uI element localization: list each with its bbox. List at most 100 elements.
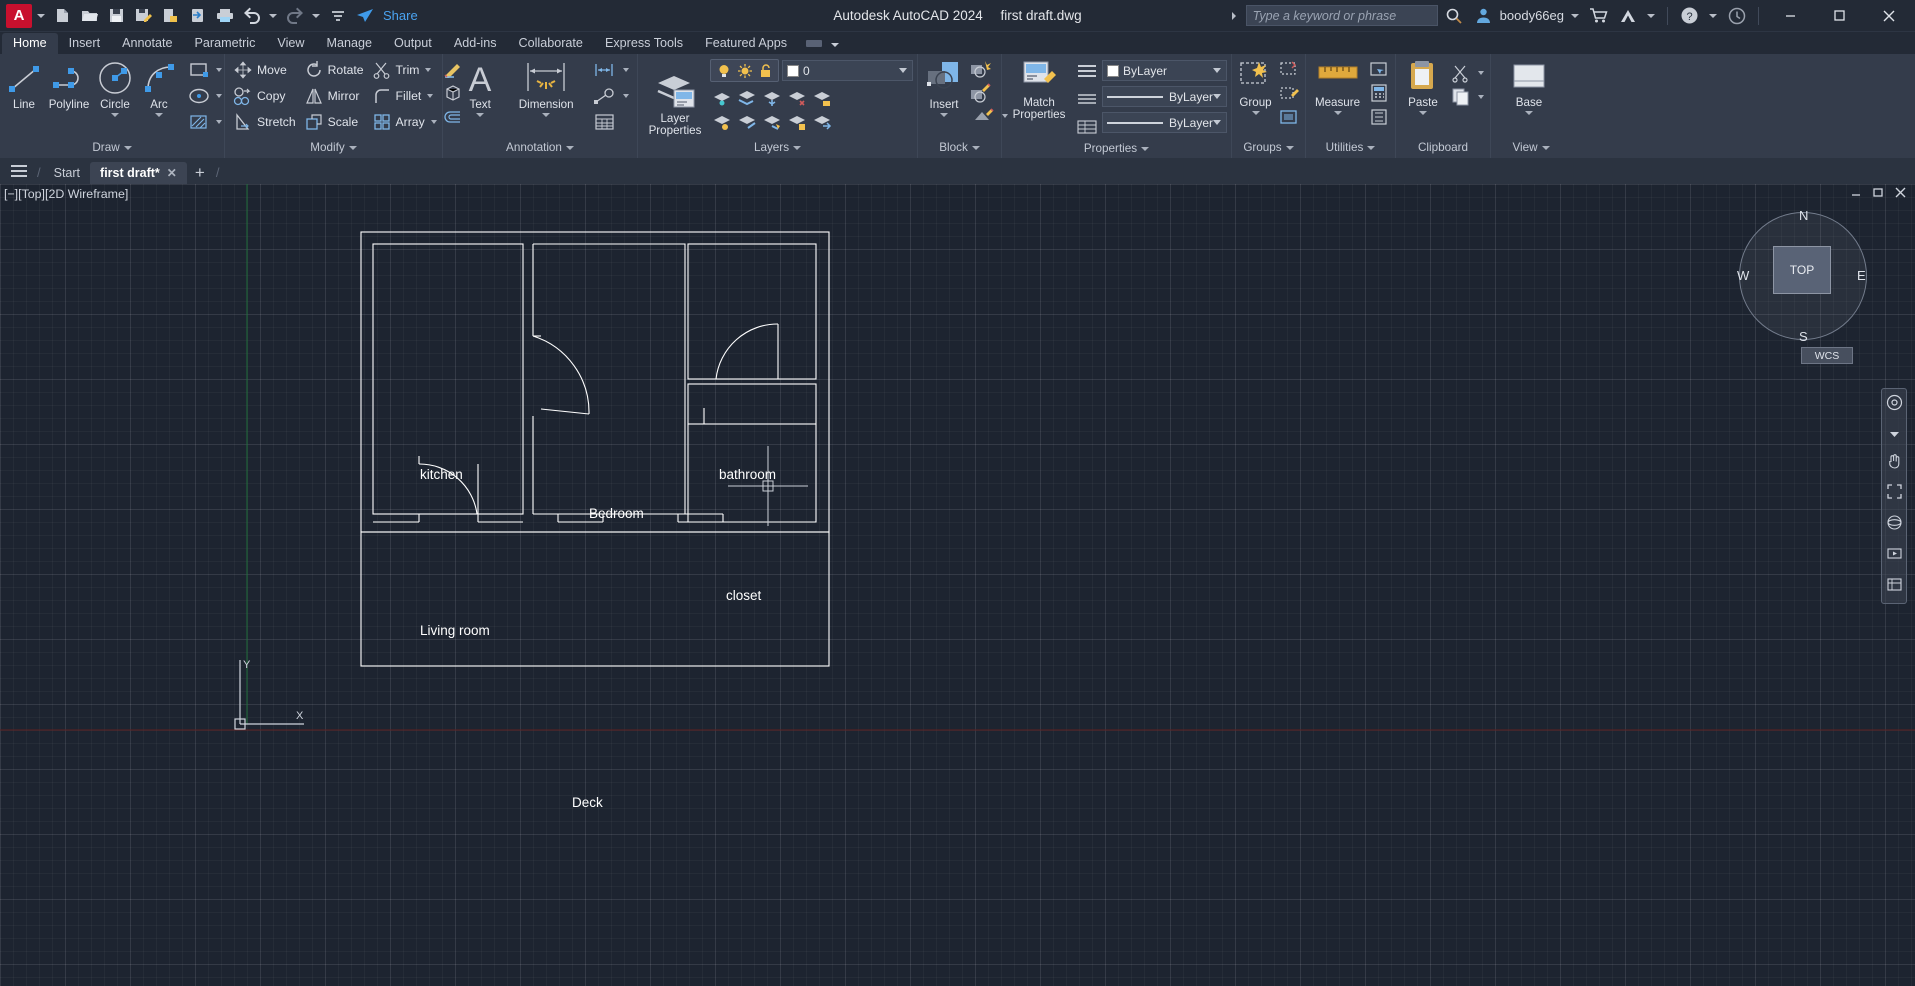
tab-close-icon[interactable]: ✕ [167, 166, 177, 180]
tool-arc-dropdown-icon[interactable] [155, 113, 163, 117]
panel-properties-title[interactable]: Properties [1002, 139, 1231, 158]
ribbon-tab-insert[interactable]: Insert [58, 33, 112, 54]
compass-north-label[interactable]: N [1799, 208, 1808, 223]
layer-merge-icon[interactable] [810, 110, 834, 134]
undo-icon[interactable] [239, 4, 264, 28]
panel-groups-title[interactable]: Groups [1232, 137, 1305, 158]
tool-rectangle[interactable] [184, 57, 226, 83]
redo-dropdown-icon[interactable] [312, 13, 320, 18]
point-style-icon[interactable] [1367, 105, 1391, 129]
ribbon-tab-home[interactable]: Home [2, 33, 58, 54]
cart-icon[interactable] [1586, 4, 1611, 28]
print-icon[interactable] [212, 4, 237, 28]
user-avatar-icon[interactable] [1471, 4, 1496, 28]
ribbon-tab-parametric[interactable]: Parametric [184, 33, 267, 54]
panel-utilities-title[interactable]: Utilities [1306, 137, 1395, 158]
qat-dropdown-icon[interactable] [37, 13, 45, 18]
tool-hatch[interactable] [184, 109, 226, 135]
properties-list-icon[interactable] [1075, 59, 1099, 83]
tool-paste-dropdown-icon[interactable] [1419, 111, 1427, 115]
tool-rectangle-dropdown-icon[interactable] [216, 68, 222, 72]
viewport-restore-button[interactable] [1872, 186, 1885, 202]
viewport-view-label[interactable]: [Top] [18, 187, 45, 201]
layer-unisolate-icon[interactable] [735, 86, 759, 110]
tool-scale[interactable]: Scale [300, 109, 368, 135]
help-icon[interactable]: ? [1677, 4, 1702, 28]
help-dropdown-icon[interactable] [1709, 13, 1717, 18]
ribbon-tab-manage[interactable]: Manage [315, 33, 383, 54]
save-as-icon[interactable] [131, 4, 156, 28]
panel-modify-title[interactable]: Modify [225, 137, 442, 158]
username-label[interactable]: boody66eg [1500, 8, 1564, 23]
linetype-combo[interactable]: ByLayer [1102, 112, 1227, 133]
tool-move[interactable]: Move [229, 57, 300, 83]
autodesk-dropdown-icon[interactable] [1647, 13, 1655, 18]
panel-block-title[interactable]: Block [918, 137, 1001, 158]
drawing-canvas[interactable]: [−][Top][2D Wireframe] Y X kitchen Bedro… [0, 184, 1915, 986]
layer-on-icon[interactable] [714, 61, 733, 80]
tool-cut-dropdown-icon[interactable] [1478, 71, 1484, 75]
tool-group[interactable]: Group [1235, 57, 1276, 115]
tool-linear-dimension-dropdown-icon[interactable] [623, 68, 629, 72]
properties-table-icon[interactable] [1075, 115, 1099, 139]
save-icon[interactable] [104, 4, 129, 28]
tool-base-view[interactable]: Base [1503, 57, 1555, 115]
tool-stretch[interactable]: Stretch [229, 109, 300, 135]
undo-dropdown-icon[interactable] [269, 13, 277, 18]
share-icon[interactable] [352, 4, 377, 28]
tool-fillet[interactable]: Fillet [368, 83, 441, 109]
tool-measure-dropdown-icon[interactable] [1333, 111, 1342, 115]
autocad-logo-icon[interactable]: A [6, 3, 32, 28]
tool-circle[interactable]: Circle [94, 57, 136, 117]
viewport-style-label[interactable]: [2D Wireframe] [45, 187, 128, 201]
tool-fillet-dropdown-icon[interactable] [427, 94, 434, 98]
ungroup-icon[interactable] [1277, 57, 1301, 81]
search-expand-icon[interactable] [1231, 11, 1236, 20]
orbit-icon[interactable] [1886, 514, 1903, 536]
search-input[interactable]: Type a keyword or phrase [1245, 5, 1438, 26]
ribbon-tab-output[interactable]: Output [383, 33, 443, 54]
tool-insert-block-dropdown-icon[interactable] [940, 113, 948, 117]
tool-leader[interactable] [589, 83, 633, 109]
compass-south-label[interactable]: S [1799, 329, 1808, 344]
tab-start[interactable]: Start [44, 162, 90, 184]
ribbon-tab-annotate[interactable]: Annotate [111, 33, 183, 54]
tool-line[interactable]: Line [4, 57, 44, 111]
layer-lock-icon[interactable] [810, 86, 834, 110]
wcs-button[interactable]: WCS [1801, 347, 1853, 364]
minimize-button[interactable] [1768, 0, 1813, 32]
ribbon-tab-addins[interactable]: Add-ins [443, 33, 508, 54]
ribbon-more-tabs-button[interactable] [798, 34, 847, 54]
viewport-minimize-label[interactable]: [−] [4, 187, 18, 201]
tool-linear-dimension[interactable] [589, 57, 633, 83]
tool-paste[interactable]: Paste [1402, 57, 1444, 115]
panel-draw-title[interactable]: Draw [0, 137, 224, 158]
pan-icon[interactable] [1886, 452, 1903, 474]
viewport-minimize-button[interactable] [1850, 186, 1863, 202]
lineweight-combo[interactable]: ByLayer [1102, 86, 1227, 107]
tool-insert-block[interactable]: Insert [922, 57, 966, 117]
panel-annotation-title[interactable]: Annotation [443, 137, 637, 158]
tool-trim-dropdown-icon[interactable] [425, 68, 432, 72]
plot-preview-icon[interactable] [158, 4, 183, 28]
open-file-icon[interactable] [77, 4, 102, 28]
panel-layers-title[interactable]: Layers [638, 137, 917, 158]
tool-cut[interactable] [1446, 61, 1488, 85]
tool-array-dropdown-icon[interactable] [430, 120, 437, 124]
search-icon[interactable] [1442, 4, 1467, 28]
view-cube-top-face[interactable]: TOP [1773, 246, 1831, 294]
showmotion-icon[interactable] [1886, 545, 1903, 567]
linetype-list-icon[interactable] [1075, 87, 1099, 111]
layer-off-icon[interactable] [785, 86, 809, 110]
viewport-close-button[interactable] [1894, 186, 1907, 202]
panel-clipboard-title[interactable]: Clipboard [1396, 137, 1490, 158]
panel-view-title[interactable]: View [1491, 137, 1571, 158]
new-file-icon[interactable] [50, 4, 75, 28]
layer-unlock-icon[interactable] [756, 61, 775, 80]
tool-dimension-dropdown-icon[interactable] [542, 113, 551, 117]
tool-array[interactable]: Array [368, 109, 441, 135]
group-selection-icon[interactable] [1277, 105, 1301, 129]
layer-lock-alt-icon[interactable] [710, 110, 734, 134]
layer-previous-icon[interactable] [785, 110, 809, 134]
tool-copy[interactable]: Copy [229, 83, 300, 109]
